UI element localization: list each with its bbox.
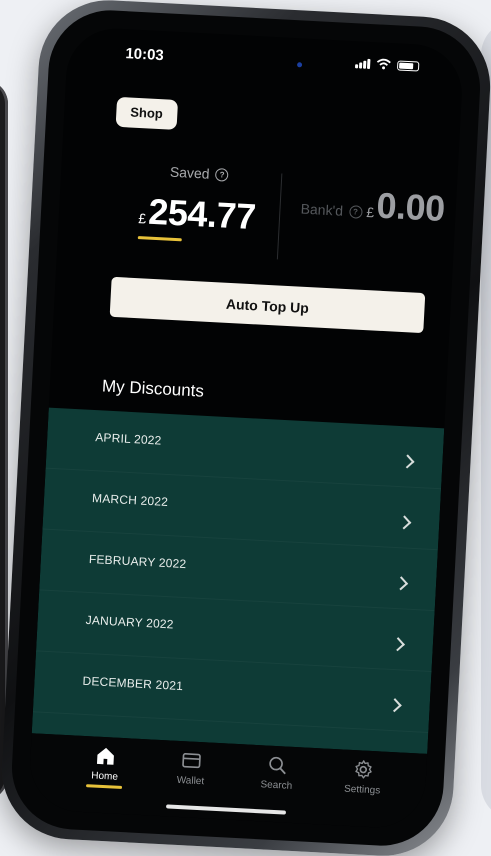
chevron-right-icon	[390, 637, 405, 652]
home-indicator	[165, 804, 287, 815]
tab-wallet[interactable]: Wallet	[155, 748, 227, 789]
chevron-right-icon	[387, 698, 402, 713]
status-bar: 10:03	[67, 36, 464, 85]
photo-stage: 10:03 Shop Saved ? £ 254.77 Bank'd ? £ 0…	[0, 0, 491, 856]
discount-row-label: APRIL 2022	[94, 430, 162, 448]
balances-panel: Saved ? £ 254.77 Bank'd ? £ 0.00	[57, 158, 458, 279]
wifi-icon	[376, 58, 391, 70]
discount-row-label: FEBRUARY 2022	[88, 551, 187, 572]
active-tab-underline	[85, 784, 123, 790]
tab-home-label: Home	[90, 770, 119, 783]
gear-icon	[355, 760, 372, 779]
home-icon	[96, 747, 114, 765]
discount-row-label: DECEMBER 2021	[82, 673, 184, 694]
saved-label: Saved	[169, 163, 211, 182]
chevron-right-icon	[394, 576, 409, 591]
tab-home[interactable]: Home	[69, 743, 141, 790]
banked-label-row: Bank'd ?	[300, 200, 363, 220]
banked-amount-value: 0.00	[375, 184, 446, 230]
saved-amount-value: 254.77	[147, 190, 257, 238]
discount-list: APRIL 2022 MARCH 2022 FEBRUARY 2022 JANU…	[31, 407, 445, 754]
status-time: 10:03	[124, 45, 165, 65]
discount-row-label: JANUARY 2022	[85, 612, 174, 632]
search-icon	[269, 756, 286, 775]
camera-dot	[296, 62, 303, 68]
shop-button[interactable]: Shop	[115, 96, 178, 130]
wallet-icon	[182, 753, 201, 769]
phone-frame: 10:03 Shop Saved ? £ 254.77 Bank'd ? £ 0…	[0, 0, 491, 856]
tab-search[interactable]: Search	[241, 752, 313, 793]
saved-label-row: Saved ?	[170, 164, 229, 183]
chevron-right-icon	[400, 454, 415, 469]
auto-top-up-button[interactable]: Auto Top Up	[109, 276, 426, 334]
status-icons	[354, 57, 420, 72]
saved-info-icon[interactable]: ?	[215, 167, 229, 182]
saved-underline	[137, 236, 182, 242]
battery-icon	[396, 59, 420, 72]
tab-settings[interactable]: Settings	[327, 757, 399, 798]
saved-amount: £ 254.77	[138, 190, 257, 238]
banked-balance: Bank'd ? £ 0.00	[297, 170, 450, 230]
saved-balance: Saved ? £ 254.77	[116, 161, 280, 246]
banked-info-icon[interactable]: ?	[348, 204, 363, 219]
phone-bezel: 10:03 Shop Saved ? £ 254.77 Bank'd ? £ 0…	[8, 7, 484, 849]
saved-currency: £	[137, 210, 147, 227]
chevron-right-icon	[397, 515, 412, 530]
discount-row-label: MARCH 2022	[91, 491, 169, 510]
banked-amount: £ 0.00	[366, 184, 446, 230]
banked-currency: £	[366, 204, 375, 221]
app-screen: 10:03 Shop Saved ? £ 254.77 Bank'd ? £ 0…	[27, 26, 465, 830]
banked-label: Bank'd	[300, 200, 344, 219]
tab-settings-label: Settings	[343, 783, 381, 797]
tab-wallet-label: Wallet	[176, 774, 205, 788]
signal-icon	[354, 57, 371, 69]
tab-search-label: Search	[260, 779, 293, 792]
discounts-heading: My Discounts	[101, 376, 205, 401]
